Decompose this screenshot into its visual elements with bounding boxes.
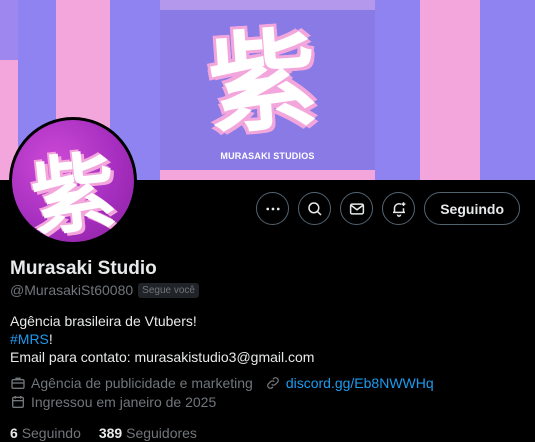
website-link[interactable]: discord.gg/Eb8NWWHq xyxy=(286,375,434,391)
handle-row: @MurasakiSt60080 Segue você xyxy=(10,282,199,298)
following-count: 6 xyxy=(10,425,18,441)
following-label: Seguindo xyxy=(21,425,81,441)
message-button[interactable] xyxy=(340,192,374,225)
avatar-kanji: 紫 xyxy=(26,141,121,242)
display-name: Murasaki Studio xyxy=(10,258,157,279)
profile-actions: Seguindo xyxy=(256,192,520,225)
banner-logo-kanji: 紫 xyxy=(204,17,322,150)
bio: Agência brasileira de Vtubers! #MRS! Ema… xyxy=(10,312,314,366)
joined-date: Ingressou em janeiro de 2025 xyxy=(31,394,217,410)
bio-line-2: #MRS! xyxy=(10,330,314,348)
more-button[interactable] xyxy=(256,192,290,225)
followers-count: 389 xyxy=(98,425,123,441)
follows-you-badge: Segue você xyxy=(138,282,199,298)
follow-stats: 6 Seguindo 389 Seguidores xyxy=(10,425,197,441)
bell-plus-icon xyxy=(392,201,406,217)
bio-line-2-suffix: ! xyxy=(48,331,53,347)
avatar-image: 紫 xyxy=(12,120,134,242)
joined-row: Ingressou em janeiro de 2025 xyxy=(10,394,216,410)
bio-line-1: Agência brasileira de Vtubers! xyxy=(10,313,197,329)
envelope-icon xyxy=(349,202,364,215)
search-icon xyxy=(307,201,322,216)
followers-label: Seguidores xyxy=(126,425,197,441)
following-button[interactable]: Seguindo xyxy=(424,192,520,225)
banner-studio-label: MURASAKI STUDIOS xyxy=(220,151,315,161)
briefcase-icon xyxy=(11,377,25,389)
category-label: Agência de publicidade e marketing xyxy=(31,375,253,391)
followers-stat[interactable]: 389 Seguidores xyxy=(99,425,197,441)
handle: @MurasakiSt60080 xyxy=(10,282,134,298)
more-horizontal-icon xyxy=(266,207,280,210)
search-button[interactable] xyxy=(298,192,332,225)
link-icon xyxy=(266,377,279,389)
following-stat[interactable]: 6 Seguindo xyxy=(10,425,81,441)
avatar[interactable]: 紫 xyxy=(9,117,137,245)
calendar-icon xyxy=(12,396,24,408)
profile-meta-row: Agência de publicidade e marketing disco… xyxy=(10,375,434,391)
hashtag-link[interactable]: #MRS xyxy=(10,331,49,347)
notify-button[interactable] xyxy=(382,192,416,225)
bio-line-3: Email para contato: murasakistudio3@gmai… xyxy=(10,349,315,365)
